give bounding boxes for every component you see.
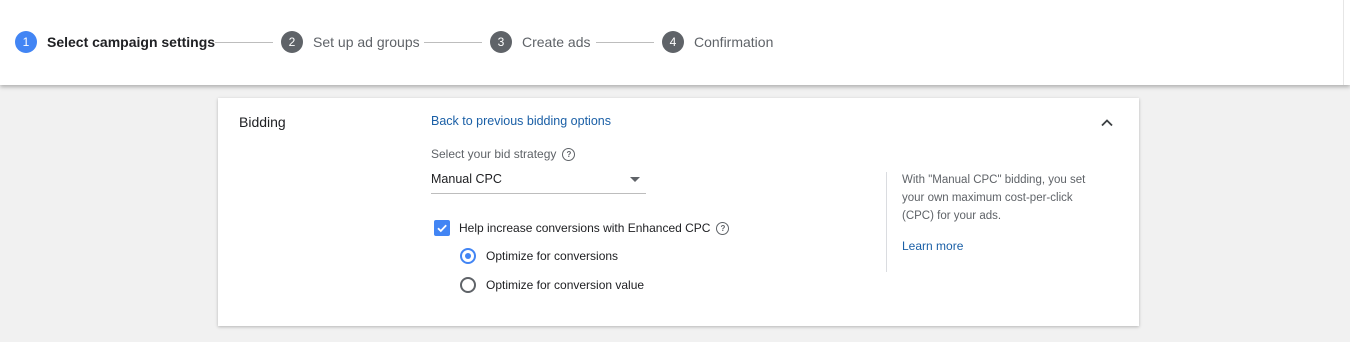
radio-label: Optimize for conversion value: [486, 278, 645, 292]
step-number: 2: [281, 31, 303, 53]
step-connector: [596, 42, 654, 43]
step-4[interactable]: 4 Confirmation: [662, 31, 773, 53]
step-label: Set up ad groups: [313, 34, 420, 50]
bid-strategy-label-row: Select your bid strategy ?: [431, 147, 576, 161]
step-number: 3: [490, 31, 512, 53]
step-label: Confirmation: [694, 34, 774, 50]
optimize-conversions-option: Optimize for conversions: [460, 248, 618, 264]
enhanced-cpc-checkbox[interactable]: [434, 220, 450, 236]
help-icon[interactable]: ?: [716, 221, 730, 235]
step-label: Select campaign settings: [47, 34, 216, 50]
step-connector: [424, 42, 482, 43]
bid-strategy-value: Manual CPC: [431, 172, 502, 186]
step-connector: [215, 42, 273, 43]
bid-strategy-label: Select your bid strategy: [431, 147, 557, 161]
campaign-stepper: 1 Select campaign settings 2 Set up ad g…: [0, 0, 1350, 85]
step-2[interactable]: 2 Set up ad groups: [281, 31, 420, 53]
step-number: 4: [662, 31, 684, 53]
enhanced-cpc-row: Help increase conversions with Enhanced …: [434, 220, 730, 236]
manual-cpc-description: With "Manual CPC" bidding, you set your …: [902, 174, 1086, 222]
bidding-card: Bidding Back to previous bidding options…: [218, 98, 1139, 326]
step-1[interactable]: 1 Select campaign settings: [15, 31, 215, 53]
help-icon[interactable]: ?: [562, 147, 576, 161]
chevron-up-icon[interactable]: [1098, 114, 1116, 132]
scrollbar[interactable]: [1343, 0, 1350, 85]
bid-strategy-dropdown[interactable]: Manual CPC: [431, 170, 646, 194]
check-icon: [437, 224, 447, 233]
section-title: Bidding: [239, 114, 286, 130]
enhanced-cpc-label: Help increase conversions with Enhanced …: [459, 221, 711, 235]
step-number: 1: [15, 31, 37, 53]
learn-more-link[interactable]: Learn more: [902, 239, 963, 253]
dropdown-arrow-icon: [630, 177, 640, 182]
optimize-conversion-value-radio[interactable]: [460, 277, 476, 293]
step-3[interactable]: 3 Create ads: [490, 31, 590, 53]
back-to-bidding-options-link[interactable]: Back to previous bidding options: [431, 114, 611, 128]
step-label: Create ads: [522, 34, 591, 50]
optimize-conversion-value-option: Optimize for conversion value: [460, 277, 644, 293]
divider: [886, 172, 887, 272]
optimize-conversions-radio[interactable]: [460, 248, 476, 264]
radio-label: Optimize for conversions: [486, 249, 619, 263]
